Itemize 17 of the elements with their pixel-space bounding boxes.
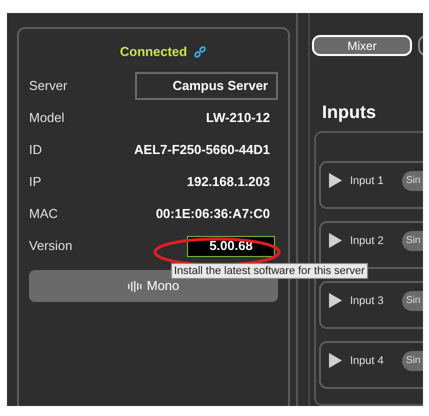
input-label: Input 1	[350, 174, 385, 189]
field-value: LW-210-12	[206, 109, 270, 128]
field-value: 192.168.1.203	[186, 173, 270, 192]
field-label: MAC	[29, 205, 58, 224]
field-label: IP	[29, 173, 42, 192]
connection-status: Connected	[120, 43, 188, 62]
field-value: AEL7-F250-5660-44D1	[134, 141, 270, 160]
field-label: ID	[29, 141, 42, 160]
field-label: Model	[29, 109, 64, 128]
tooltip: Install the latest software for this server	[171, 263, 368, 279]
field-label: Server	[29, 76, 68, 95]
input-label: Input 2	[350, 234, 385, 249]
section-title: Inputs	[322, 101, 377, 123]
input-label: Input 3	[350, 294, 385, 309]
field-label: Version	[29, 237, 72, 256]
field-value: 00:1E:06:36:A7:C0	[156, 205, 270, 224]
input-label: Input 4	[350, 354, 385, 369]
